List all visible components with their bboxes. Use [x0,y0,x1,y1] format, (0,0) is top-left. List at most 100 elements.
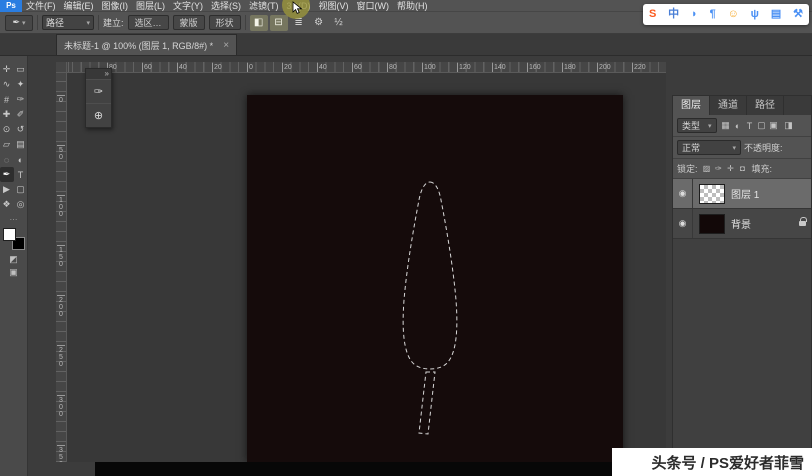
separator [37,15,38,30]
panel-tab-路径[interactable]: 路径 [747,96,784,115]
hand-tool[interactable]: ❖ [0,197,14,212]
path-selection-tool[interactable]: ▶ [0,182,14,197]
layer-name: 图层 1 [731,190,760,201]
document-tab[interactable]: 未标题-1 @ 100% (图层 1, RGB/8#) * × [56,34,238,55]
foreground-color-swatch[interactable] [2,228,16,241]
panel-tab-图层[interactable]: 图层 [673,96,710,115]
clone-stamp-tool[interactable]: ⊙ [0,122,14,137]
emoji-icon[interactable]: ☺ [728,4,739,25]
chinese-english-toggle[interactable]: 中 [668,4,679,25]
horizontal-ruler: 8060402002040608010012014016018020022024… [67,62,666,73]
menu-item-9[interactable]: 窗口(W) [353,0,394,12]
path-alignment-icon[interactable]: ⊟ [269,14,288,31]
menu-item-5[interactable]: 选择(S) [207,0,245,12]
brush-panel-icon[interactable]: ✑ [86,79,111,103]
menu-item-10[interactable]: 帮助(H) [393,0,432,12]
history-brush-tool[interactable]: ↺ [14,122,28,137]
expand-panel-icon[interactable]: » [86,69,111,79]
vertical-ruler: 0 5 0 1 0 0 1 5 0 2 0 0 2 5 0 3 0 0 3 5 0 [56,73,67,462]
constrain-icon[interactable]: ½ [330,15,348,31]
ruler-left-label: 1 5 0 [57,245,65,268]
voice-input-icon[interactable]: ψ [751,4,759,25]
clone-source-panel-icon[interactable]: ⊕ [86,103,111,127]
layer-row[interactable]: ◉ 背景 [673,209,811,239]
layer-visibility-eye-icon[interactable]: ◉ [673,179,693,208]
lock-position-icon[interactable]: ✛ [725,162,737,176]
filter-kind-select[interactable]: 类型 ▾ [677,118,717,133]
pixel-filter-icon[interactable]: ▦ [720,119,732,133]
filter-icons: ▦ ◐ T ▢ ▣ [720,119,780,133]
gradient-tool[interactable]: ▤ [14,137,28,152]
sogou-logo[interactable]: S [649,4,656,25]
path-operations-icon[interactable]: ◧ [249,14,268,31]
lock-label: 锁定: [677,164,698,174]
menu-item-8[interactable]: 视图(V) [315,0,353,12]
quick-mask-icon[interactable]: ◩ [0,253,27,266]
type-filter-icon[interactable]: T [744,119,756,133]
spot-healing-brush-tool[interactable]: ✚ [0,107,14,122]
adjustment-filter-icon[interactable]: ◐ [732,119,744,133]
dodge-tool[interactable]: ◐ [14,152,28,167]
quick-selection-tool[interactable]: ✦ [14,77,28,92]
layer-thumbnail[interactable] [699,183,725,204]
ruler-top-label: 60 [142,63,152,72]
color-swatches [2,228,25,250]
separator [244,15,246,30]
ruler-left-label: 3 5 0 [57,445,65,462]
lasso-tool[interactable]: ∿ [0,77,14,92]
menu-item-4[interactable]: 文字(Y) [169,0,207,12]
shape-filter-icon[interactable]: ▢ [756,119,768,133]
layer-visibility-eye-icon[interactable]: ◉ [673,209,693,238]
punctuation-icon[interactable]: ¶ [710,4,716,25]
make-selection-button[interactable]: 选区… [127,15,169,30]
close-tab-icon[interactable]: × [223,40,229,51]
pen-tool[interactable]: ✒ [0,167,14,182]
menu-item-2[interactable]: 图像(I) [98,0,133,12]
layers-list: ◉ 图层 1 ◉ 背景 [673,179,811,461]
ruler-top-label: 160 [527,63,541,72]
lock-pixels-icon[interactable]: ✑ [713,162,725,176]
menu-item-0[interactable]: 文件(F) [22,0,60,12]
eraser-tool[interactable]: ▱ [0,137,14,152]
ruler-top-label: 80 [387,63,397,72]
pen-mode-select[interactable]: 路径 ▾ [42,15,94,30]
lock-icons: ▨ ✑ ✛ ◘ [701,162,749,176]
brush-tool[interactable]: ✐ [14,107,28,122]
filter-kind-value: 类型 [682,121,701,131]
keyboard-icon[interactable]: ▤ [771,4,781,25]
layer-row[interactable]: ◉ 图层 1 [673,179,811,209]
menu-item-6[interactable]: 滤镜(T) [245,0,283,12]
blend-mode-select[interactable]: 正常 ▾ [677,140,741,155]
tool-preset-picker[interactable]: ✒ ▾ [5,14,33,31]
blur-tool[interactable]: ◌ [0,152,14,167]
make-shape-button[interactable]: 形状 [208,15,241,30]
menu-item-3[interactable]: 图层(L) [132,0,169,12]
move-tool[interactable]: ✛ [0,62,14,77]
toolbox-icon[interactable]: ⚒ [793,4,803,25]
ruler-left-label: 0 [57,95,65,104]
screen-mode-icon[interactable]: ▣ [0,266,27,279]
document-window: 8060402002040608010012014016018020022024… [56,62,666,462]
eyedropper-tool[interactable]: ✑ [14,92,28,107]
rectangular-marquee-tool[interactable]: ▭ [14,62,28,77]
lock-all-icon[interactable]: ◘ [737,162,749,176]
rectangle-tool[interactable]: ▢ [14,182,28,197]
ruler-top-label: 20 [212,63,222,72]
full-half-width-icon[interactable]: ◗ [691,4,698,25]
ruler-left-label: 2 0 0 [57,295,65,318]
make-mask-button[interactable]: 蒙版 [172,15,205,30]
lock-transparency-icon[interactable]: ▨ [701,162,713,176]
type-tool[interactable]: T [14,167,28,182]
filter-toggle-icon[interactable]: ◨ [783,119,795,133]
smart-object-filter-icon[interactable]: ▣ [768,119,780,133]
layer-thumbnail[interactable] [699,213,725,234]
gear-icon[interactable]: ⚙ [310,15,328,31]
menu-item-1[interactable]: 编辑(E) [60,0,98,12]
zoom-tool[interactable]: ◎ [14,197,28,212]
crop-tool[interactable]: # [0,92,14,107]
canvas[interactable] [247,95,623,462]
ruler-left-label: 5 0 [57,145,65,161]
panel-tabs: 图层 通道 路径 [673,96,811,115]
panel-tab-通道[interactable]: 通道 [710,96,747,115]
sogou-input-toolbar[interactable]: S 中 ◗ ¶ ☺ ψ ▤ ⚒ [643,4,809,25]
